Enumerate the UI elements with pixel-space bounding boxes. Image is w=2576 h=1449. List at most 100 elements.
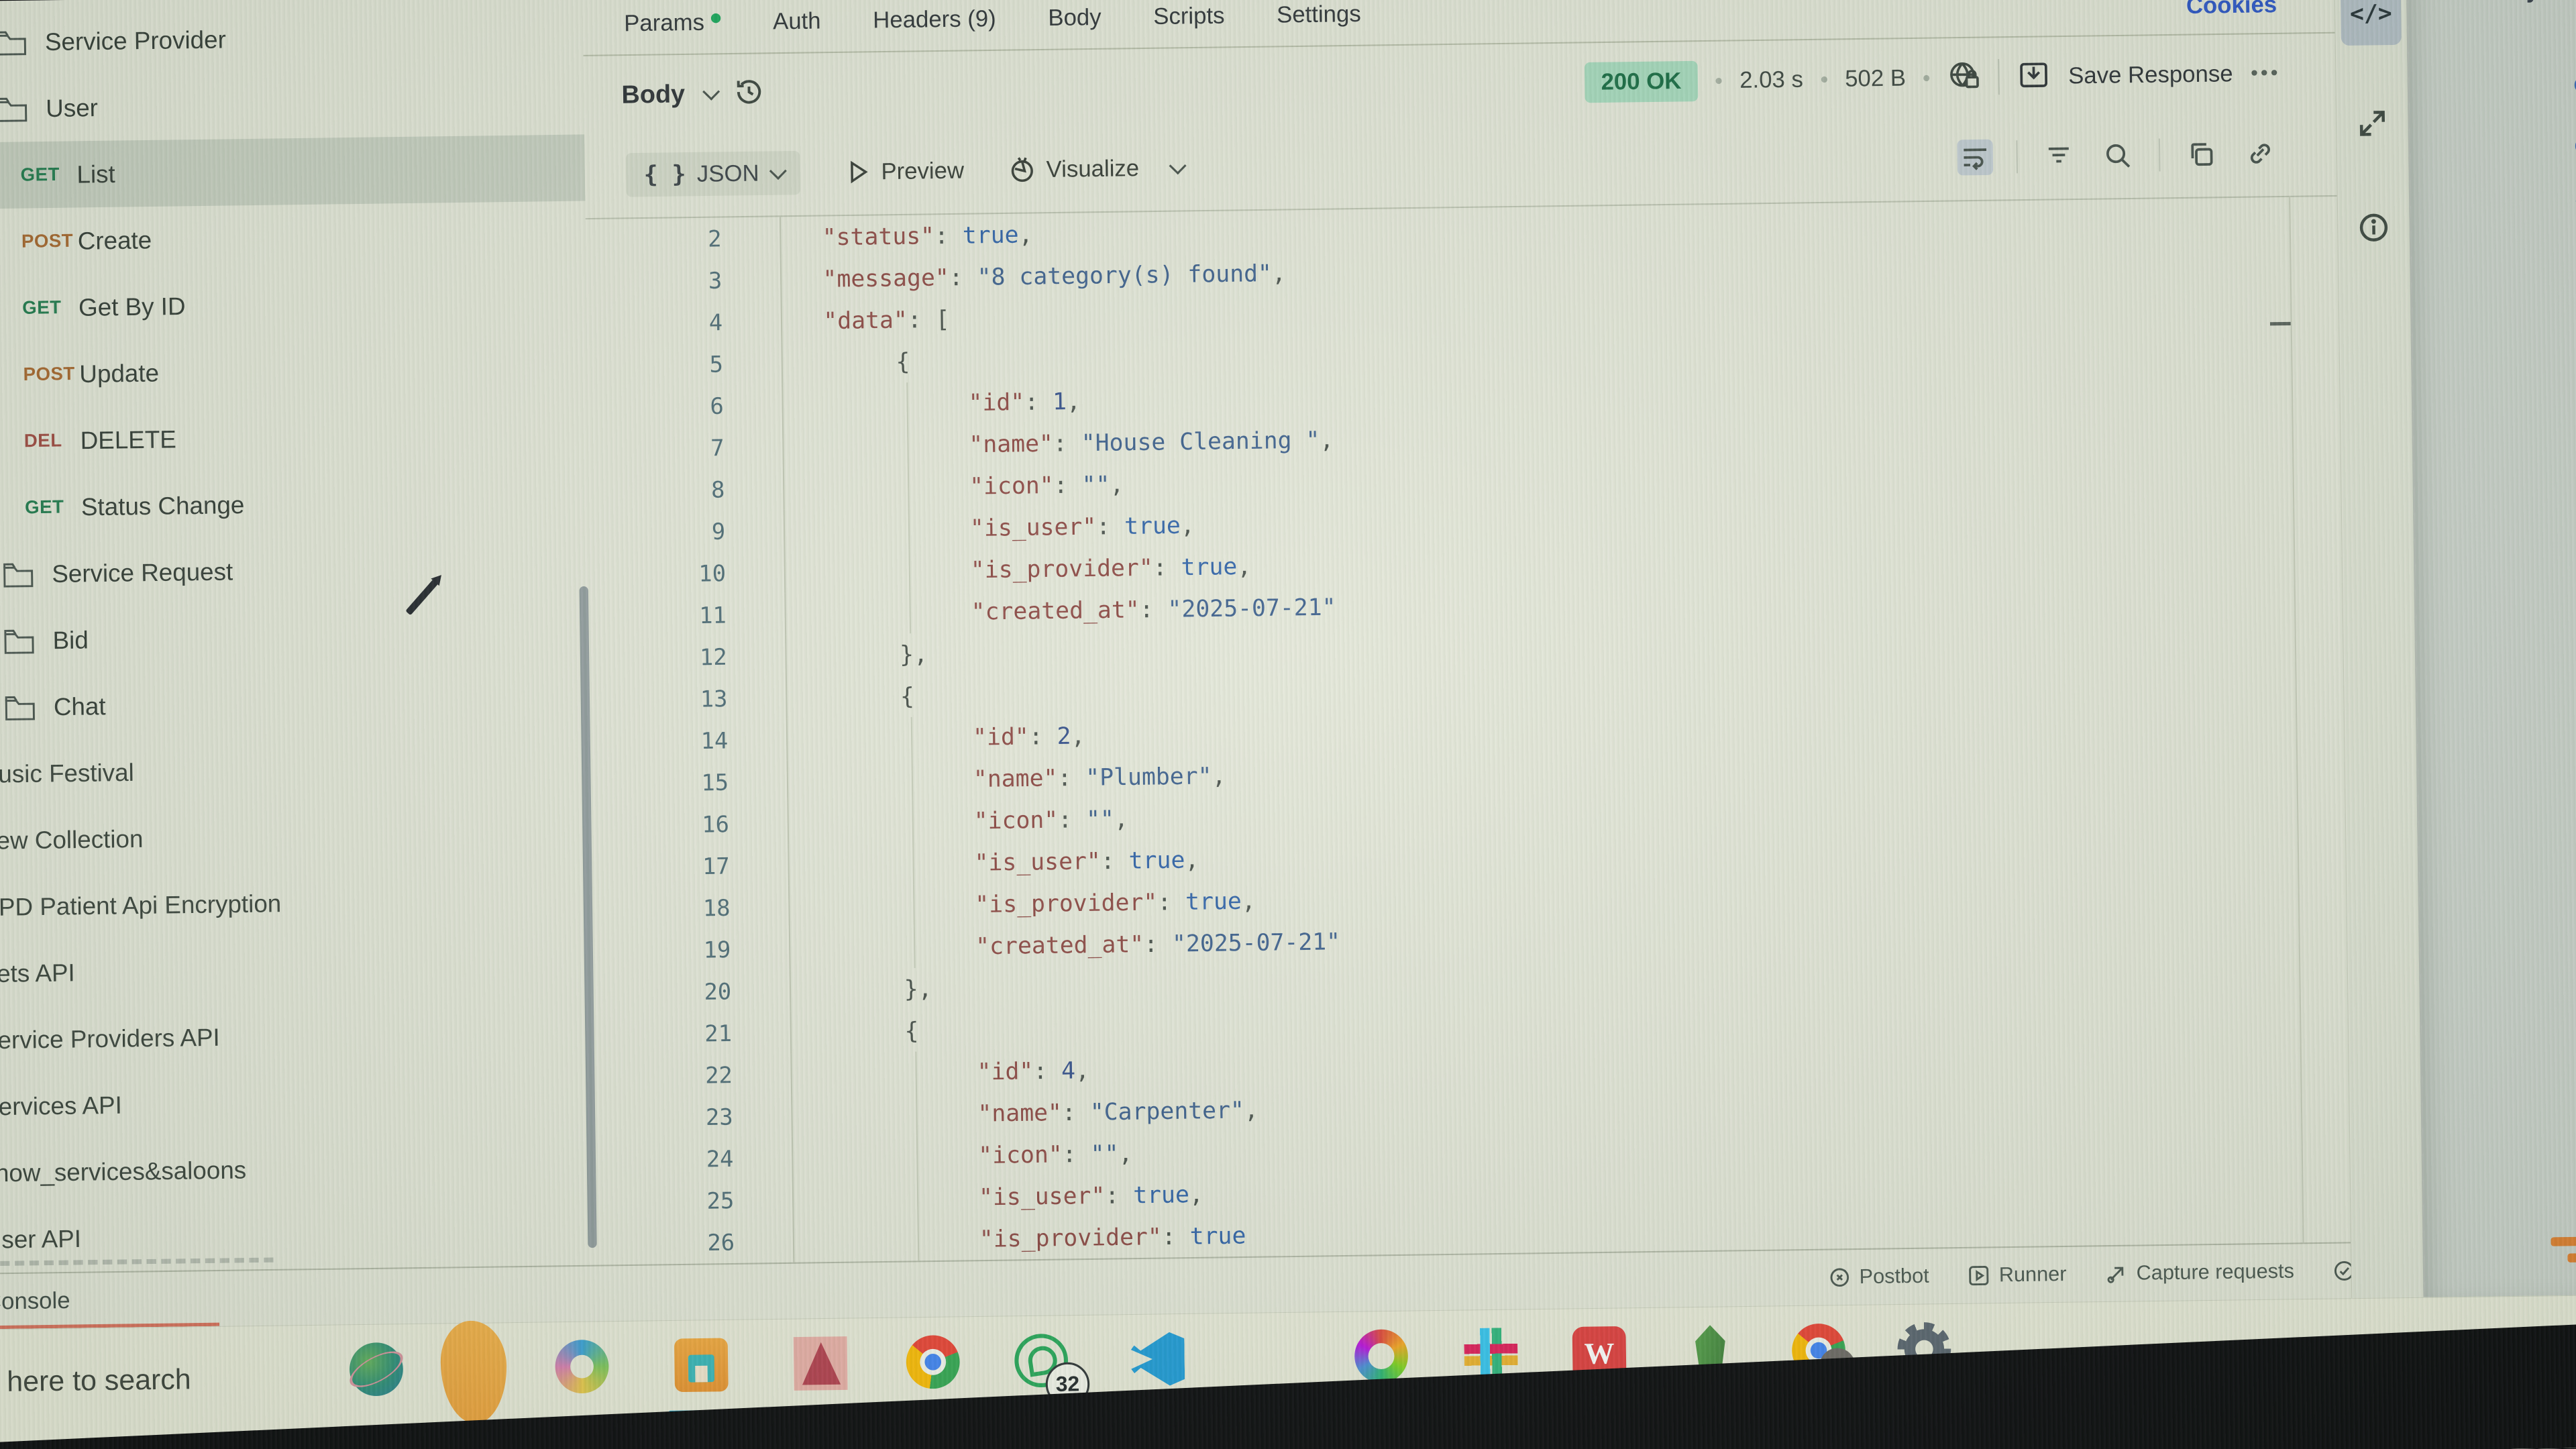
line-number: 6 bbox=[588, 384, 784, 429]
format-dropdown[interactable]: { } JSON bbox=[626, 151, 801, 197]
tab-params[interactable]: Params bbox=[624, 9, 721, 37]
network-security-icon[interactable] bbox=[1947, 59, 1981, 96]
sidebar-item-service-providers-api[interactable]: Service Providers API bbox=[0, 999, 596, 1073]
rainbow-icon-glyph bbox=[1354, 1329, 1409, 1383]
sidebar-item-chat[interactable]: Chat bbox=[0, 666, 592, 741]
capture-label: Capture requests bbox=[2136, 1260, 2294, 1285]
save-response-button[interactable]: Save Response bbox=[2068, 60, 2233, 89]
response-body[interactable]: 2"status": true,3"message": "8 category(… bbox=[586, 197, 2351, 1265]
line-number: 19 bbox=[595, 928, 791, 972]
response-body-dropdown[interactable]: Body bbox=[621, 76, 765, 113]
sidebar-item-user[interactable]: User bbox=[0, 68, 584, 142]
sidebar-item-label: Get By ID bbox=[78, 292, 186, 322]
divider bbox=[2159, 138, 2161, 171]
capture-requests-button[interactable]: Capture requests bbox=[2104, 1260, 2294, 1285]
link-icon[interactable] bbox=[2243, 136, 2279, 172]
sidebar-item-service-provider[interactable]: Service Provider bbox=[0, 1, 584, 76]
sidebar-item-label: Music Festival bbox=[0, 758, 134, 789]
response-time[interactable]: 2.03 s bbox=[1739, 66, 1803, 93]
folder-icon bbox=[3, 627, 36, 654]
taskbar-search-input[interactable]: e here to search bbox=[0, 1363, 191, 1399]
sidebar-item-music-festival[interactable]: Music Festival bbox=[0, 733, 593, 808]
sidebar-item-pets-api[interactable]: Pets API bbox=[0, 932, 596, 1007]
sidebar-item-delete[interactable]: DELDELETE bbox=[0, 400, 589, 475]
footer-right-group: Postbot Runner Capture requests C bbox=[1827, 1258, 2381, 1289]
postbot-button[interactable]: Postbot bbox=[1827, 1265, 1929, 1289]
console-button[interactable]: Console bbox=[0, 1287, 70, 1316]
edge-code-char: e bbox=[2573, 70, 2576, 131]
edge-code-letters: eeyuzM3IDZcbMczarFf bbox=[2573, 70, 2576, 1229]
edge-code-header: 3 myHea bbox=[2473, 0, 2576, 4]
code-snippet-button[interactable]: </> bbox=[2341, 0, 2402, 46]
line-number: 25 bbox=[598, 1179, 794, 1223]
copy-icon[interactable] bbox=[2184, 136, 2220, 172]
filter-icon[interactable] bbox=[2041, 138, 2077, 174]
sidebar-item-status-change[interactable]: GETStatus Change bbox=[0, 467, 590, 541]
more-options-button[interactable]: ••• bbox=[2251, 62, 2281, 85]
sidebar-item-label: DELETE bbox=[80, 425, 176, 455]
sidebar-item-label: User bbox=[46, 93, 98, 123]
line-number: 16 bbox=[593, 802, 789, 847]
sidebar-item-update[interactable]: POSTUpdate bbox=[0, 334, 588, 409]
tab-body[interactable]: Body bbox=[1048, 4, 1102, 32]
tab-label: Auth bbox=[773, 7, 821, 35]
globe-icon[interactable] bbox=[347, 1342, 406, 1432]
capture-icon bbox=[2104, 1262, 2128, 1285]
divider bbox=[1998, 59, 2000, 95]
preview-button[interactable]: Preview bbox=[844, 157, 964, 186]
line-number: 22 bbox=[596, 1053, 792, 1097]
expand-icon[interactable] bbox=[2356, 107, 2390, 140]
dot-separator bbox=[1924, 74, 1930, 80]
fold-indicator[interactable] bbox=[2270, 322, 2291, 326]
sidebar-item-bid[interactable]: Bid bbox=[0, 600, 591, 674]
sidebar-item-create[interactable]: POSTCreate bbox=[0, 201, 586, 276]
photos-icon[interactable] bbox=[440, 1341, 499, 1431]
globe-icon-glyph bbox=[350, 1342, 404, 1397]
format-label: JSON bbox=[697, 160, 759, 187]
sidebar-item-label: Create bbox=[77, 225, 152, 255]
triangle-app-icon-glyph bbox=[794, 1336, 848, 1391]
sidebar-item-opd-patient-api-encryption[interactable]: OPD Patient Api Encryption bbox=[0, 866, 595, 941]
sidebar-item-label: OPD Patient Api Encryption bbox=[0, 889, 281, 922]
swirl-icon-glyph bbox=[555, 1340, 609, 1394]
cookies-link[interactable]: Cookies bbox=[2186, 0, 2277, 19]
visualize-button[interactable]: Visualize bbox=[1008, 154, 1139, 184]
sidebar-item-get-by-id[interactable]: GETGet By ID bbox=[0, 268, 587, 342]
info-icon[interactable] bbox=[2357, 211, 2391, 244]
tab-label: Headers (9) bbox=[873, 5, 996, 34]
sidebar-item-show-services-saloons[interactable]: show_services&saloons bbox=[0, 1132, 598, 1206]
line-number: 9 bbox=[589, 510, 785, 554]
wrap-text-icon[interactable] bbox=[1957, 140, 1993, 176]
tab-label: Settings bbox=[1277, 1, 1361, 28]
vscode-icon-glyph bbox=[1131, 1332, 1185, 1387]
orange-menu-icon bbox=[2544, 1236, 2576, 1287]
line-number: 2 bbox=[586, 217, 782, 261]
search-icon[interactable] bbox=[2100, 138, 2136, 174]
line-number: 10 bbox=[590, 551, 786, 596]
status-badge[interactable]: 200 OK bbox=[1585, 60, 1699, 103]
method-badge: DEL bbox=[24, 430, 80, 452]
history-icon[interactable] bbox=[733, 76, 765, 111]
tab-auth[interactable]: Auth bbox=[773, 7, 821, 35]
runner-button[interactable]: Runner bbox=[1968, 1263, 2067, 1287]
line-number: 26 bbox=[598, 1220, 794, 1265]
sidebar-item-list[interactable]: GETList bbox=[0, 134, 585, 209]
sidebar-item-new-collection[interactable]: New Collection bbox=[0, 800, 594, 874]
tab-label: Scripts bbox=[1153, 2, 1225, 30]
tab-headers-9[interactable]: Headers (9) bbox=[873, 5, 996, 34]
tab-scripts[interactable]: Scripts bbox=[1153, 2, 1225, 30]
line-number: 11 bbox=[590, 593, 786, 637]
response-size[interactable]: 502 B bbox=[1845, 64, 1906, 92]
sidebar-item-services-api[interactable]: Services API bbox=[0, 1065, 598, 1140]
sidebar-item-service-request[interactable]: Service Request bbox=[0, 533, 590, 608]
sidebar-item-label: Update bbox=[79, 358, 159, 388]
photographed-monitor: Service ProviderUserGETListPOSTCreateGET… bbox=[0, 0, 2576, 1449]
sidebar-item-label: show_services&saloons bbox=[0, 1155, 246, 1187]
runner-icon bbox=[1968, 1264, 1991, 1287]
runner-label: Runner bbox=[1999, 1263, 2067, 1287]
chevron-down-icon[interactable] bbox=[1169, 157, 1186, 174]
visualize-label: Visualize bbox=[1046, 155, 1139, 183]
sidebar-item-label: Chat bbox=[54, 692, 106, 721]
tab-settings[interactable]: Settings bbox=[1277, 1, 1361, 28]
line-number: 21 bbox=[596, 1012, 792, 1056]
